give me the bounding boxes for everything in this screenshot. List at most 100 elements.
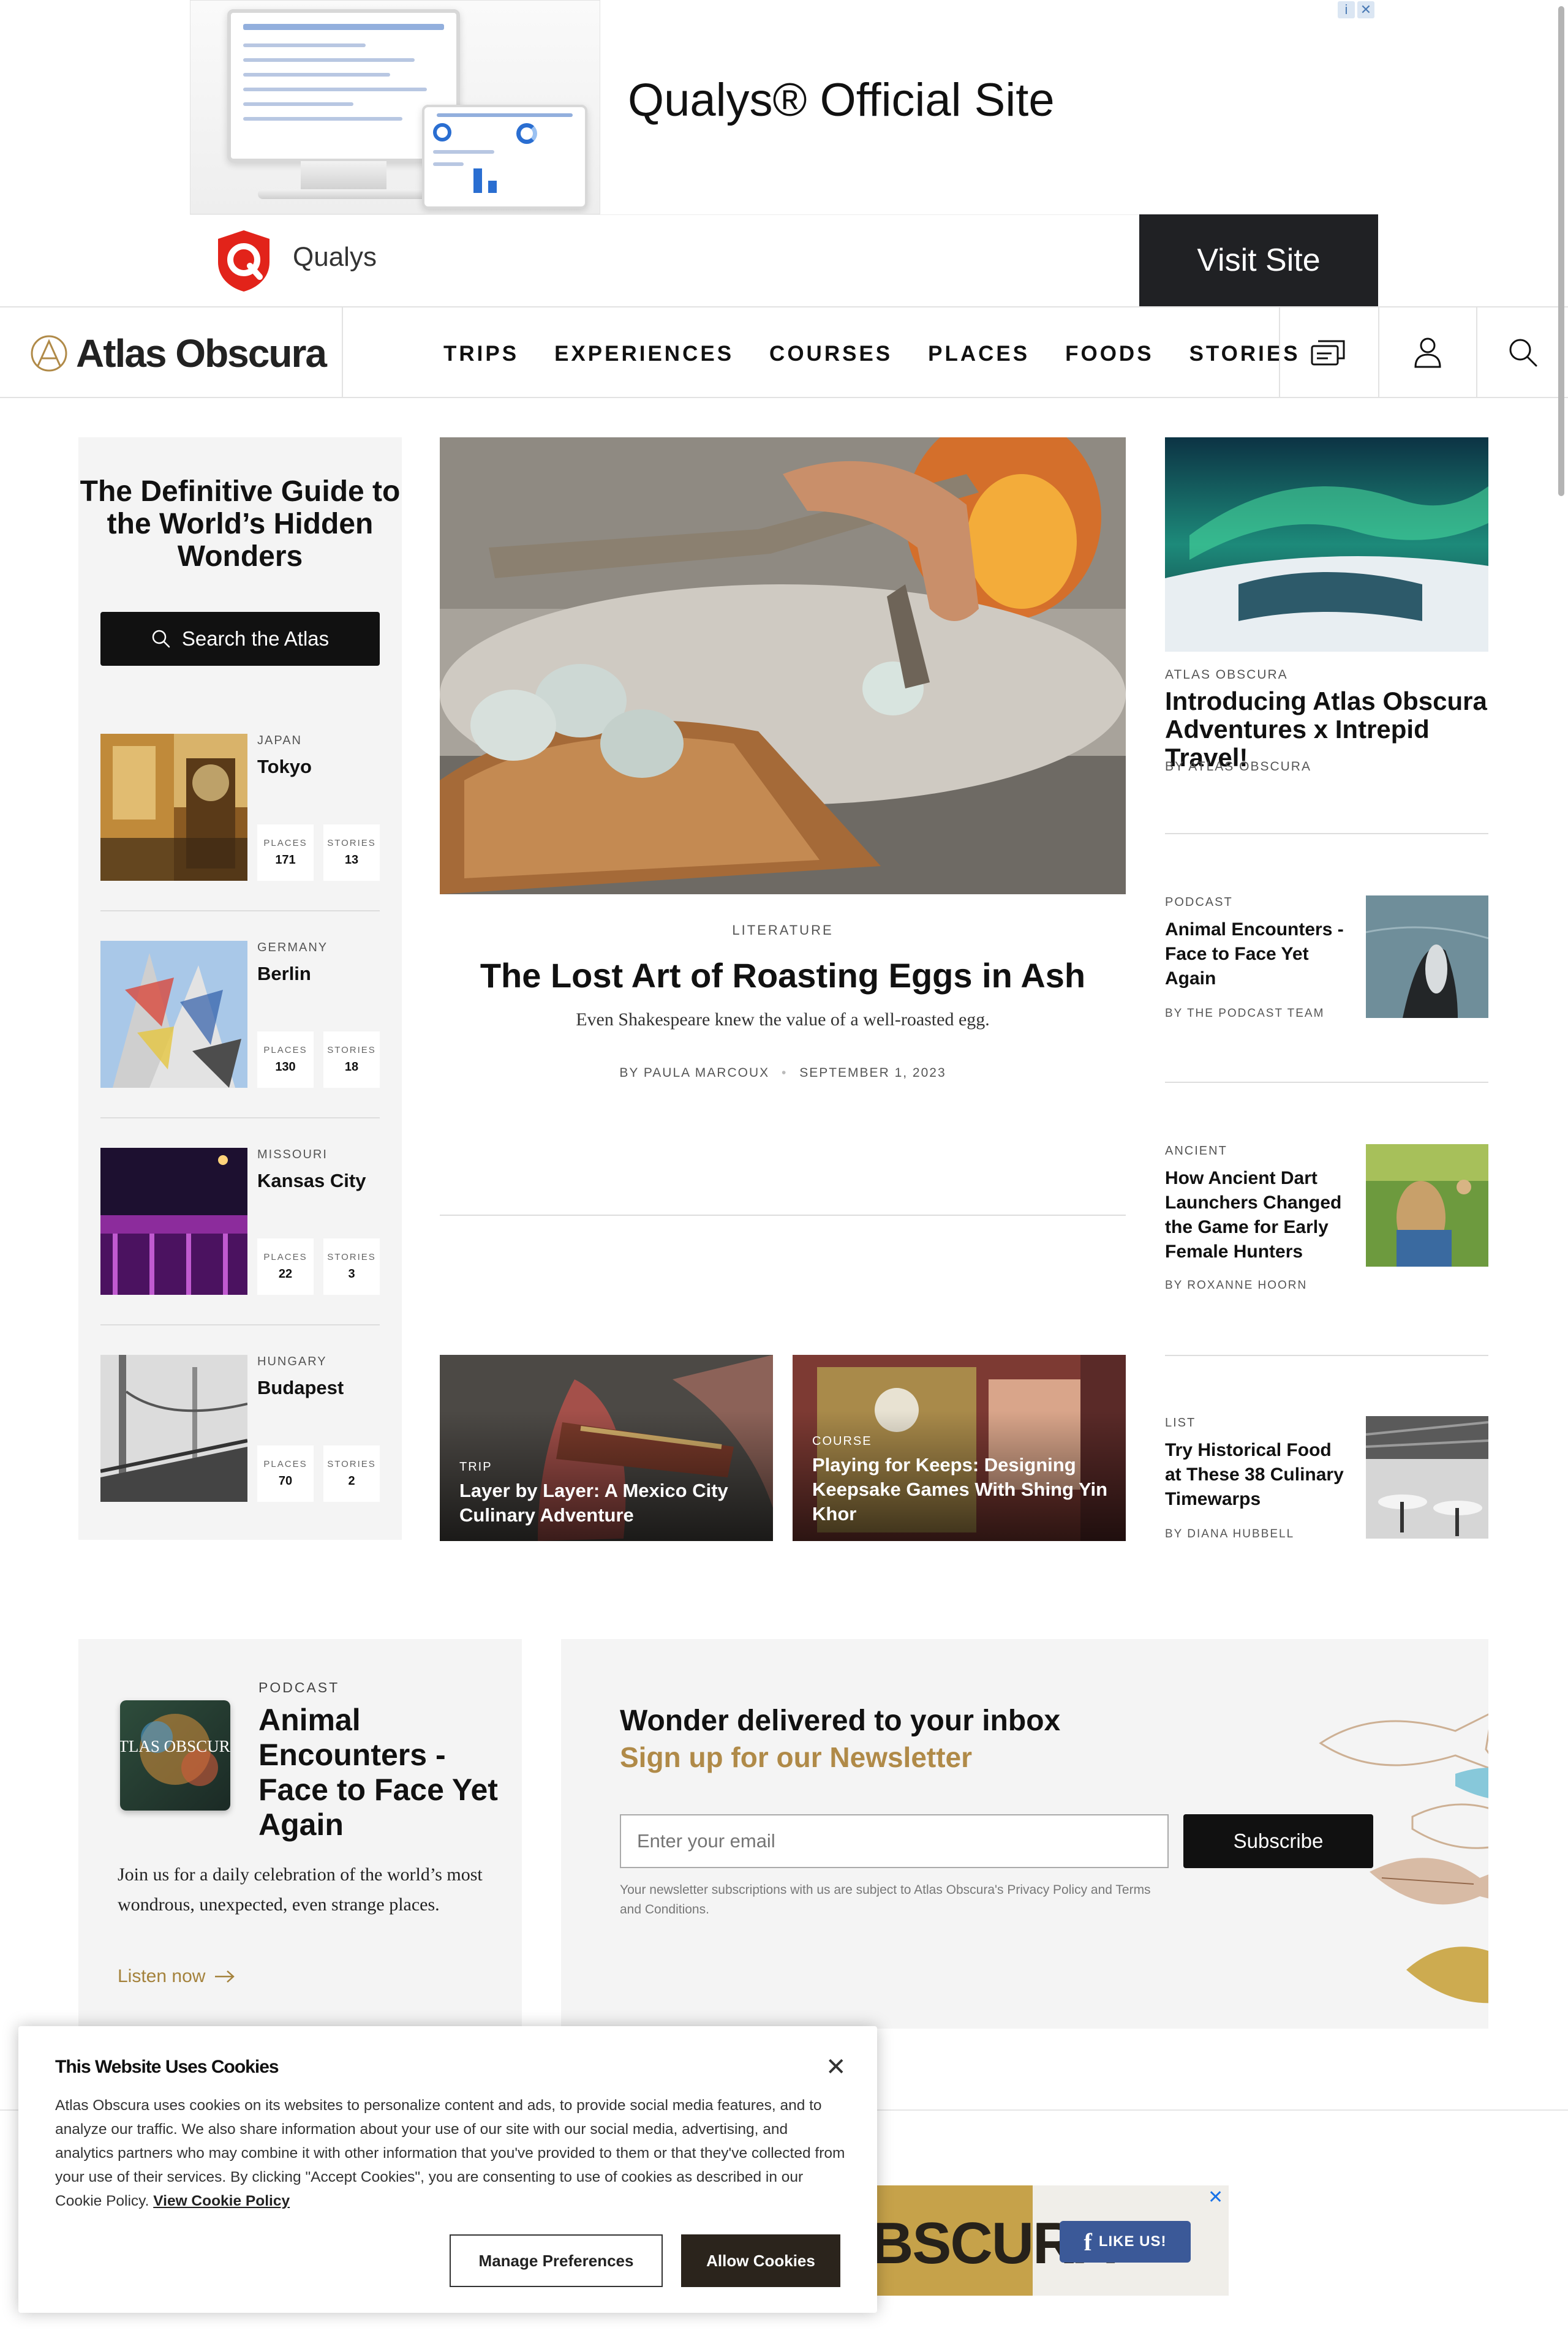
cookie-policy-link[interactable]: View Cookie Policy — [153, 2193, 290, 2209]
hero-subtitle: Even Shakespeare knew the value of a wel… — [576, 1009, 990, 1030]
places-count: PLACES 70 — [257, 1446, 314, 1502]
nav-link-places[interactable]: PLACES — [928, 342, 1030, 366]
side-story[interactable]: PODCAST Animal Encounters - Face to Face… — [1165, 895, 1488, 1036]
podcast-description: Join us for a daily celebration of the w… — [118, 1864, 483, 1915]
listen-now-link[interactable]: Listen now — [118, 1966, 236, 1987]
side-story[interactable]: LIST Try Historical Food at These 38 Cul… — [1165, 1416, 1488, 1557]
ad-choices[interactable]: i ✕ — [1338, 1, 1377, 20]
places-count: PLACES 171 — [257, 824, 314, 881]
places-count: PLACES 22 — [257, 1238, 314, 1295]
divider — [440, 1215, 1126, 1216]
side-story[interactable]: ANCIENT How Ancient Dart Launchers Chang… — [1165, 1144, 1488, 1292]
feature-byline[interactable]: BY ATLAS OBSCURA — [1165, 760, 1311, 774]
search-button[interactable] — [1476, 307, 1568, 397]
nav-link-courses[interactable]: COURSES — [769, 342, 892, 366]
side-story-thumbnail[interactable] — [1366, 1144, 1488, 1267]
newsletter-signup: Wonder delivered to your inbox Sign up f… — [561, 1639, 1488, 2029]
logo-text: Atlas Obscura — [76, 331, 327, 375]
mini-card-title[interactable]: Layer by Layer: A Mexico City Culinary A… — [459, 1479, 760, 1528]
side-story-category: ANCIENT — [1165, 1144, 1227, 1158]
nav-link-experiences[interactable]: EXPERIENCES — [554, 342, 734, 366]
hero-author[interactable]: BY PAULA MARCOUX — [619, 1066, 769, 1080]
destination-image-berlin[interactable] — [100, 941, 247, 1088]
hero-title[interactable]: The Lost Art of Roasting Eggs in Ash — [440, 956, 1126, 995]
manage-preferences-button[interactable]: Manage Preferences — [450, 2234, 663, 2287]
podcast-art-text: ATLAS OBSCURA — [120, 1737, 230, 1755]
divider — [1165, 1082, 1488, 1083]
ad-headline[interactable]: Qualys® Official Site — [628, 74, 1055, 127]
site-logo[interactable]: Atlas Obscura — [29, 331, 327, 375]
cookie-dialog: This Website Uses Cookies ✕ Atlas Obscur… — [18, 2026, 877, 2313]
destination-image-budapest[interactable] — [100, 1355, 247, 1502]
cookie-body: Atlas Obscura uses cookies on its websit… — [55, 2094, 845, 2213]
newsletter-subtitle: Sign up for our Newsletter — [620, 1741, 973, 1773]
side-story-title[interactable]: Try Historical Food at These 38 Culinary… — [1165, 1438, 1349, 1512]
destination-card[interactable]: GERMANY Berlin PLACES 130 STORIES 18 — [100, 941, 380, 1088]
mini-card-trip[interactable]: TRIP Layer by Layer: A Mexico City Culin… — [440, 1355, 773, 1541]
side-story-byline[interactable]: BY DIANA HUBBELL — [1165, 1528, 1294, 1541]
destination-name[interactable]: Budapest — [257, 1377, 344, 1399]
hero-category[interactable]: LITERATURE — [440, 922, 1126, 938]
facebook-like-button[interactable]: f LIKE US! — [1060, 2221, 1191, 2263]
podcast-cover-art[interactable]: ATLAS OBSCURA — [120, 1700, 230, 1811]
atlas-sidebar: The Definitive Guide to the World’s Hidd… — [78, 437, 402, 1540]
nav-link-foods[interactable]: FOODS — [1065, 342, 1153, 366]
nav-link-trips[interactable]: TRIPS — [443, 342, 519, 366]
places-count: PLACES 130 — [257, 1031, 314, 1088]
destination-country: HUNGARY — [257, 1355, 327, 1368]
search-icon — [1509, 339, 1537, 367]
destination-image-tokyo[interactable] — [100, 734, 247, 881]
hero-date: SEPTEMBER 1, 2023 — [799, 1066, 946, 1080]
info-icon[interactable]: i — [1338, 1, 1355, 18]
hero-image[interactable] — [440, 437, 1126, 894]
destination-card[interactable]: MISSOURI Kansas City PLACES 22 STORIES 3 — [100, 1148, 380, 1295]
close-icon[interactable]: ✕ — [1357, 1, 1374, 18]
trips-ticket-icon — [1311, 340, 1345, 366]
mini-card-title[interactable]: Playing for Keeps: Designing Keepsake Ga… — [812, 1453, 1112, 1526]
hero-byline: BY PAULA MARCOUX • SEPTEMBER 1, 2023 — [619, 1066, 946, 1080]
side-story-byline[interactable]: BY ROXANNE HOORN — [1165, 1279, 1307, 1292]
newsletter-title: Wonder delivered to your inbox — [620, 1705, 1061, 1737]
divider — [100, 1324, 380, 1325]
search-icon — [152, 630, 170, 648]
stories-count: STORIES 13 — [323, 824, 380, 881]
destination-card[interactable]: HUNGARY Budapest PLACES 70 STORIES 2 — [100, 1355, 380, 1502]
account-button[interactable] — [1378, 307, 1476, 397]
podcast-label: PODCAST — [258, 1679, 340, 1695]
side-story-title[interactable]: How Ancient Dart Launchers Changed the G… — [1165, 1166, 1349, 1264]
destination-country: MISSOURI — [257, 1148, 328, 1161]
destination-name[interactable]: Berlin — [257, 963, 311, 985]
close-icon[interactable]: ✕ — [1208, 2187, 1223, 2208]
trips-button[interactable] — [1279, 307, 1377, 397]
side-story-thumbnail[interactable] — [1366, 895, 1488, 1018]
main-navigation: Atlas Obscura TRIPS EXPERIENCES COURSES … — [0, 306, 1568, 398]
destination-card[interactable]: JAPAN Tokyo PLACES 171 STORIES 13 — [100, 734, 380, 881]
side-story-byline[interactable]: BY THE PODCAST TEAM — [1165, 1007, 1324, 1020]
email-field[interactable] — [620, 1814, 1169, 1868]
ad-banner[interactable]: Qualys® Official Site Qualys Visit Site … — [190, 0, 1378, 306]
destination-name[interactable]: Kansas City — [257, 1170, 366, 1192]
side-story-category: LIST — [1165, 1416, 1196, 1430]
ad-brand-name[interactable]: Qualys — [293, 242, 377, 273]
feature-category[interactable]: ATLAS OBSCURA — [1165, 668, 1288, 682]
bottom-banner-ad[interactable]: BSCURA f LIKE US! — [831, 2185, 1229, 2296]
mini-card-category: TRIP — [459, 1460, 492, 1474]
scrollbar-thumb[interactable] — [1558, 6, 1564, 496]
allow-cookies-button[interactable]: Allow Cookies — [681, 2234, 840, 2287]
ad-visit-site-button[interactable]: Visit Site — [1139, 214, 1378, 306]
search-atlas-button[interactable]: Search the Atlas — [100, 612, 380, 666]
destination-name[interactable]: Tokyo — [257, 756, 312, 778]
mini-card-category: COURSE — [812, 1434, 872, 1448]
like-label: LIKE US! — [1098, 2233, 1167, 2250]
ad-image[interactable] — [190, 0, 600, 214]
podcast-title[interactable]: Animal Encounters - Face to Face Yet Aga… — [258, 1703, 503, 1842]
fish-illustration — [1319, 1713, 1488, 2003]
feature-image[interactable] — [1165, 437, 1488, 652]
stories-value: 18 — [344, 1060, 359, 1074]
side-story-thumbnail[interactable] — [1366, 1416, 1488, 1539]
close-icon[interactable]: ✕ — [826, 2053, 846, 2081]
stories-label: STORIES — [327, 1252, 376, 1262]
destination-image-kansas-city[interactable] — [100, 1148, 247, 1295]
mini-card-course[interactable]: COURSE Playing for Keeps: Designing Keep… — [793, 1355, 1126, 1541]
side-story-title[interactable]: Animal Encounters - Face to Face Yet Aga… — [1165, 918, 1349, 991]
